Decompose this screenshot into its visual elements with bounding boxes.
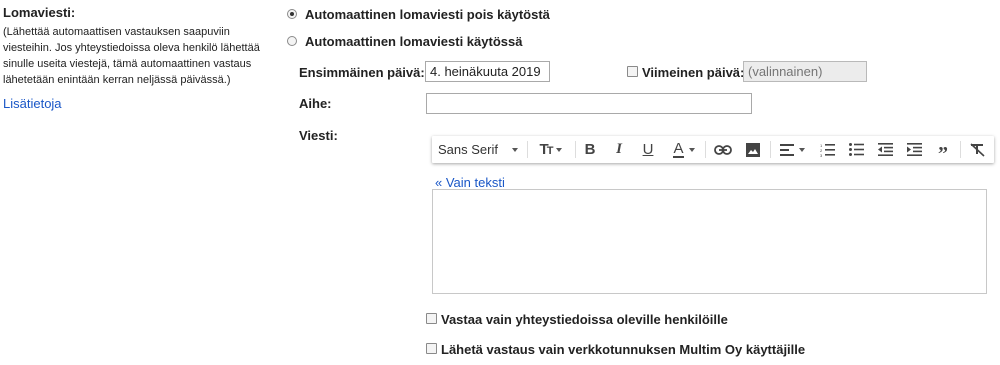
first-day-input[interactable] [425,61,550,82]
remove-formatting-button[interactable] [965,136,989,163]
remove-formatting-icon [969,142,985,157]
font-size-icon: TT [539,141,554,158]
toolbar-divider [527,141,528,158]
chevron-down-icon [688,147,695,152]
first-day-label: Ensimmäinen päivä: [299,65,425,80]
align-icon [779,143,794,156]
section-description: (Lähettää automaattisen vastauksen saapu… [3,26,260,86]
subject-label: Aihe: [299,96,332,111]
toolbar-divider [705,141,706,158]
text-color-icon: A [673,139,684,158]
message-label: Viesti: [299,128,338,143]
plain-text-link[interactable]: « Vain teksti [435,175,505,190]
quote-button[interactable]: ” [931,136,955,165]
bold-button[interactable]: B [579,136,601,163]
font-size-button[interactable]: TT [532,136,570,163]
indent-more-button[interactable] [902,136,926,163]
domain-only-checkbox[interactable] [426,343,437,354]
last-day-label: Viimeinen päivä: [642,65,745,80]
link-button[interactable] [711,136,735,163]
vacation-on-radio[interactable] [287,36,297,46]
subject-input[interactable] [426,93,752,114]
underline-icon: U [642,141,654,158]
italic-button[interactable]: I [608,136,630,163]
learn-more-link[interactable]: Lisätietoja [3,96,62,111]
chevron-down-icon [556,147,563,152]
last-day-input[interactable] [743,61,867,82]
indent-more-icon [906,143,922,156]
formatting-toolbar: Sans Serif TT B I U A 123 ” [432,136,994,165]
message-editor[interactable] [432,189,987,294]
text-color-button[interactable]: A [666,136,702,163]
italic-icon: I [616,141,622,157]
chevron-down-icon [511,147,518,152]
indent-less-icon [877,143,893,156]
vacation-off-radio[interactable] [287,9,297,19]
indent-less-button[interactable] [873,136,897,163]
vacation-on-label[interactable]: Automaattinen lomaviesti käytössä [305,34,522,49]
numbered-list-button[interactable]: 123 [815,136,839,163]
image-button[interactable] [741,136,765,163]
image-icon [746,142,760,157]
quote-icon: ” [938,142,948,165]
align-button[interactable] [775,136,809,163]
chevron-down-icon [798,147,805,152]
bold-icon: B [584,141,596,158]
font-family-select[interactable]: Sans Serif [438,136,522,163]
section-title: Lomaviesti: [3,5,76,20]
numbered-list-icon: 123 [820,143,835,157]
toolbar-divider [770,141,771,158]
underline-button[interactable]: U [637,136,659,163]
last-day-checkbox[interactable] [627,66,638,77]
bulleted-list-button[interactable] [844,136,868,163]
contacts-only-checkbox[interactable] [426,313,437,324]
toolbar-divider [960,141,961,158]
vacation-off-label[interactable]: Automaattinen lomaviesti pois käytöstä [305,7,550,22]
bulleted-list-icon [848,143,864,156]
svg-text:3: 3 [820,153,823,157]
font-family-value: Sans Serif [438,142,498,157]
domain-only-label[interactable]: Lähetä vastaus vain verkkotunnuksen Mult… [441,342,805,357]
contacts-only-label[interactable]: Vastaa vain yhteystiedoissa oleville hen… [441,312,728,327]
link-icon [714,144,732,155]
toolbar-divider [575,141,576,158]
